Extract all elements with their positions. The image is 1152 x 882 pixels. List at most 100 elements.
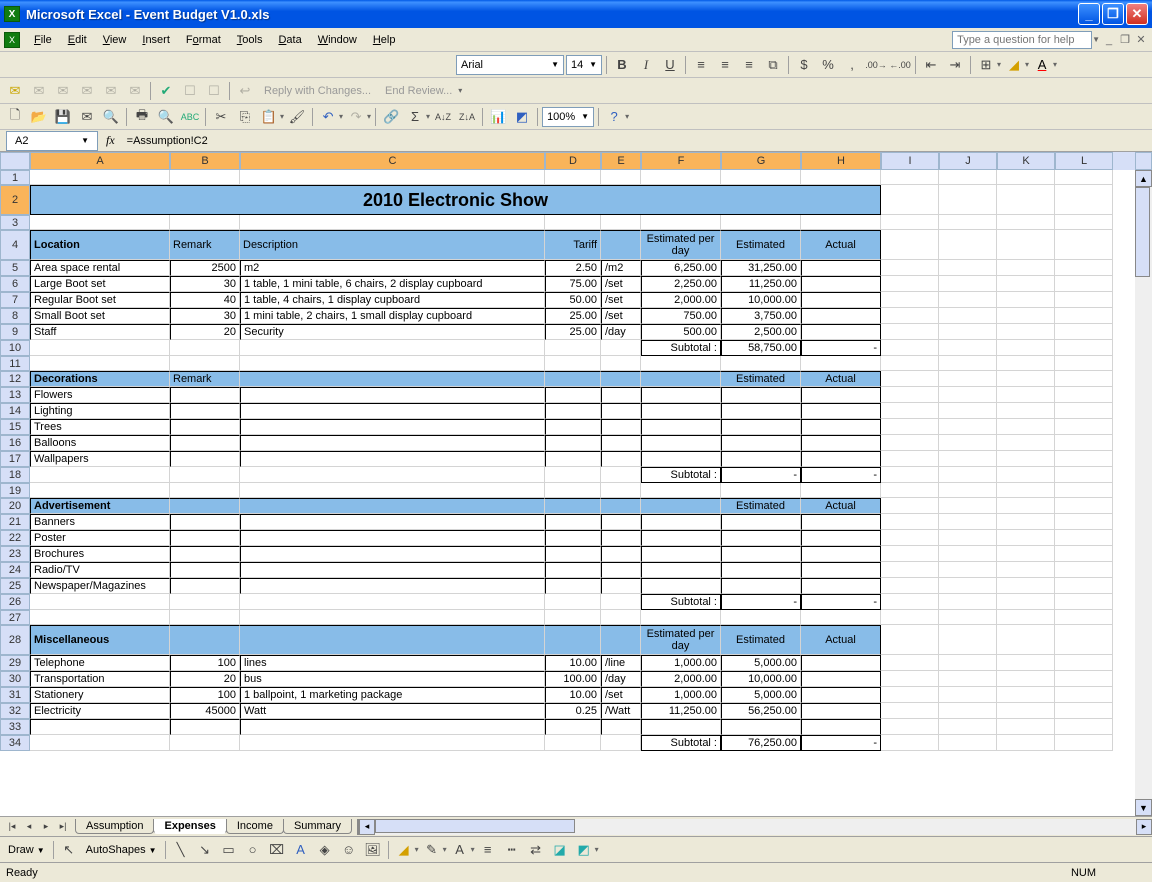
row-header-33[interactable]: 33 bbox=[0, 719, 30, 735]
col-header-D[interactable]: D bbox=[545, 152, 601, 170]
cell-C30[interactable]: bus bbox=[240, 671, 545, 687]
cell-J28[interactable] bbox=[939, 625, 997, 655]
cell-D31[interactable]: 10.00 bbox=[545, 687, 601, 703]
cell-J31[interactable] bbox=[939, 687, 997, 703]
sheet-tab-income[interactable]: Income bbox=[226, 819, 284, 834]
minimize-button[interactable]: _ bbox=[1078, 3, 1100, 25]
cell-A10[interactable] bbox=[30, 340, 170, 356]
cell-D25[interactable] bbox=[545, 578, 601, 594]
cell-E5[interactable]: /m2 bbox=[601, 260, 641, 276]
cell-A30[interactable]: Transportation bbox=[30, 671, 170, 687]
menu-window[interactable]: Window bbox=[310, 32, 365, 48]
fill-color-button[interactable]: ◢ bbox=[1003, 54, 1025, 76]
cell-H19[interactable] bbox=[801, 483, 881, 498]
cell-H30[interactable] bbox=[801, 671, 881, 687]
cell-J19[interactable] bbox=[939, 483, 997, 498]
cell-E3[interactable] bbox=[601, 215, 641, 230]
delete-comment-button[interactable]: ✉ bbox=[124, 80, 146, 102]
cell-F4[interactable]: Estimated per day bbox=[641, 230, 721, 260]
decrease-decimal-button[interactable]: ←.00 bbox=[889, 54, 911, 76]
cell-K30[interactable] bbox=[997, 671, 1055, 687]
diagram-button[interactable]: ◈ bbox=[314, 839, 336, 861]
cell-F8[interactable]: 750.00 bbox=[641, 308, 721, 324]
cell-B26[interactable] bbox=[170, 594, 240, 610]
drawing-button[interactable]: ◩ bbox=[511, 106, 533, 128]
cell-L34[interactable] bbox=[1055, 735, 1113, 751]
cell-K6[interactable] bbox=[997, 276, 1055, 292]
cell-C29[interactable]: lines bbox=[240, 655, 545, 671]
cell-K4[interactable] bbox=[997, 230, 1055, 260]
drawing-overflow[interactable]: ▾ bbox=[595, 845, 599, 854]
cell-J11[interactable] bbox=[939, 356, 997, 371]
row-header-23[interactable]: 23 bbox=[0, 546, 30, 562]
cell-J29[interactable] bbox=[939, 655, 997, 671]
cell-K20[interactable] bbox=[997, 498, 1055, 514]
cell-H29[interactable] bbox=[801, 655, 881, 671]
cell-D16[interactable] bbox=[545, 435, 601, 451]
row-header-12[interactable]: 12 bbox=[0, 371, 30, 387]
cell-K24[interactable] bbox=[997, 562, 1055, 578]
cell-D6[interactable]: 75.00 bbox=[545, 276, 601, 292]
cell-L22[interactable] bbox=[1055, 530, 1113, 546]
cell-E18[interactable] bbox=[601, 467, 641, 483]
select-objects-button[interactable]: ↖ bbox=[58, 839, 80, 861]
excel-doc-icon[interactable]: X bbox=[4, 32, 20, 48]
italic-button[interactable]: I bbox=[635, 54, 657, 76]
cell-L14[interactable] bbox=[1055, 403, 1113, 419]
redo-dropdown[interactable]: ▾ bbox=[367, 112, 371, 121]
cell-E8[interactable]: /set bbox=[601, 308, 641, 324]
cell-D21[interactable] bbox=[545, 514, 601, 530]
cell-A15[interactable]: Trees bbox=[30, 419, 170, 435]
cell-I24[interactable] bbox=[881, 562, 939, 578]
cell-B25[interactable] bbox=[170, 578, 240, 594]
merge-center-button[interactable]: ⧉ bbox=[762, 54, 784, 76]
print-preview-button[interactable]: 🔍 bbox=[155, 106, 177, 128]
align-right-button[interactable]: ≡ bbox=[738, 54, 760, 76]
cell-I4[interactable] bbox=[881, 230, 939, 260]
cell-A29[interactable]: Telephone bbox=[30, 655, 170, 671]
row-header-5[interactable]: 5 bbox=[0, 260, 30, 276]
cell-A34[interactable] bbox=[30, 735, 170, 751]
cell-F15[interactable] bbox=[641, 419, 721, 435]
cell-G33[interactable] bbox=[721, 719, 801, 735]
cell-F28[interactable]: Estimated per day bbox=[641, 625, 721, 655]
doc-close-button[interactable]: ✕ bbox=[1134, 33, 1148, 47]
cell-H34[interactable]: - bbox=[801, 735, 881, 751]
cell-K8[interactable] bbox=[997, 308, 1055, 324]
hyperlink-button[interactable]: 🔗 bbox=[380, 106, 402, 128]
cell-A26[interactable] bbox=[30, 594, 170, 610]
cell-E1[interactable] bbox=[601, 170, 641, 185]
accept-change-button[interactable]: ✔ bbox=[155, 80, 177, 102]
cell-L26[interactable] bbox=[1055, 594, 1113, 610]
cell-L24[interactable] bbox=[1055, 562, 1113, 578]
horizontal-scrollbar[interactable]: ◂ ▸ bbox=[357, 819, 1152, 835]
cell-G26[interactable]: - bbox=[721, 594, 801, 610]
font-size-combo[interactable]: 14▼ bbox=[566, 55, 602, 75]
cell-H13[interactable] bbox=[801, 387, 881, 403]
cell-E24[interactable] bbox=[601, 562, 641, 578]
row-header-25[interactable]: 25 bbox=[0, 578, 30, 594]
cell-C10[interactable] bbox=[240, 340, 545, 356]
cell-B19[interactable] bbox=[170, 483, 240, 498]
row-header-26[interactable]: 26 bbox=[0, 594, 30, 610]
cell-D32[interactable]: 0.25 bbox=[545, 703, 601, 719]
cell-A16[interactable]: Balloons bbox=[30, 435, 170, 451]
cell-C21[interactable] bbox=[240, 514, 545, 530]
standard-overflow[interactable]: ▾ bbox=[625, 112, 629, 121]
cell-G13[interactable] bbox=[721, 387, 801, 403]
cell-title[interactable]: 2010 Electronic Show bbox=[30, 185, 881, 215]
cell-I27[interactable] bbox=[881, 610, 939, 625]
cell-L31[interactable] bbox=[1055, 687, 1113, 703]
cell-F21[interactable] bbox=[641, 514, 721, 530]
cell-I14[interactable] bbox=[881, 403, 939, 419]
cell-I17[interactable] bbox=[881, 451, 939, 467]
cell-K23[interactable] bbox=[997, 546, 1055, 562]
cell-H28[interactable]: Actual bbox=[801, 625, 881, 655]
cell-H15[interactable] bbox=[801, 419, 881, 435]
wordart-button[interactable]: A bbox=[290, 839, 312, 861]
cell-J18[interactable] bbox=[939, 467, 997, 483]
row-header-19[interactable]: 19 bbox=[0, 483, 30, 498]
cell-D24[interactable] bbox=[545, 562, 601, 578]
cell-B32[interactable]: 45000 bbox=[170, 703, 240, 719]
cell-E9[interactable]: /day bbox=[601, 324, 641, 340]
